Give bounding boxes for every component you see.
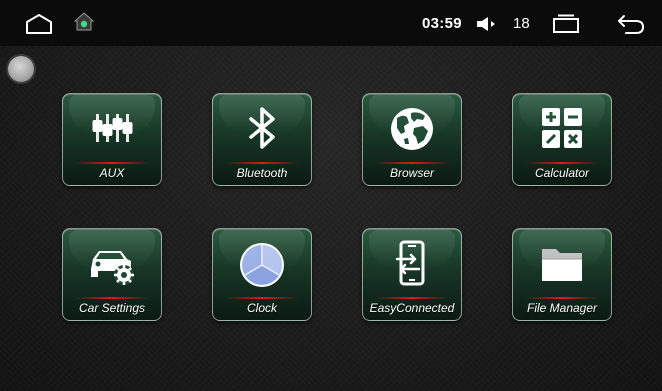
back-arrow-icon[interactable] xyxy=(616,13,646,35)
app-label: Clock xyxy=(246,301,277,315)
assistive-dot-icon[interactable] xyxy=(8,56,34,82)
app-label: Browser xyxy=(389,166,434,180)
app-label: File Manager xyxy=(526,301,598,315)
app-car-settings[interactable]: Car Settings xyxy=(62,228,162,321)
app-label: AUX xyxy=(99,166,125,180)
app-label: Calculator xyxy=(534,166,590,180)
bluetooth-icon xyxy=(249,107,275,149)
home-screen: 03:59 18 AUX Bluetooth Browser Calculato… xyxy=(0,0,662,391)
accent-line xyxy=(525,162,599,164)
app-browser[interactable]: Browser xyxy=(362,93,462,186)
home-outline-icon[interactable] xyxy=(24,13,54,35)
accent-line xyxy=(225,297,299,299)
globe-icon xyxy=(391,108,433,150)
status-bar: 03:59 18 xyxy=(0,0,662,46)
calculator-icon xyxy=(542,108,582,148)
app-calculator[interactable]: Calculator xyxy=(512,93,612,186)
app-label: EasyConnected xyxy=(369,301,455,315)
clock-icon xyxy=(240,243,284,287)
status-time: 03:59 xyxy=(422,15,462,32)
accent-line xyxy=(225,162,299,164)
app-bluetooth[interactable]: Bluetooth xyxy=(212,93,312,186)
recents-icon[interactable] xyxy=(552,14,580,34)
app-easyconnected[interactable]: EasyConnected xyxy=(362,228,462,321)
equalizer-icon xyxy=(92,114,133,142)
folder-icon xyxy=(542,249,582,281)
app-label: Bluetooth xyxy=(236,166,288,180)
app-clock[interactable]: Clock xyxy=(212,228,312,321)
app-file-manager[interactable]: File Manager xyxy=(512,228,612,321)
app-aux[interactable]: AUX xyxy=(62,93,162,186)
accent-line xyxy=(375,162,449,164)
accent-line xyxy=(75,162,149,164)
volume-level: 18 xyxy=(513,15,530,32)
phone-connect-icon xyxy=(395,240,425,286)
speaker-icon[interactable] xyxy=(476,16,500,32)
accent-line xyxy=(375,297,449,299)
accent-line xyxy=(525,297,599,299)
android-home-icon[interactable] xyxy=(74,12,94,32)
accent-line xyxy=(75,297,149,299)
app-label: Car Settings xyxy=(78,301,146,315)
car-gear-icon xyxy=(91,251,134,285)
